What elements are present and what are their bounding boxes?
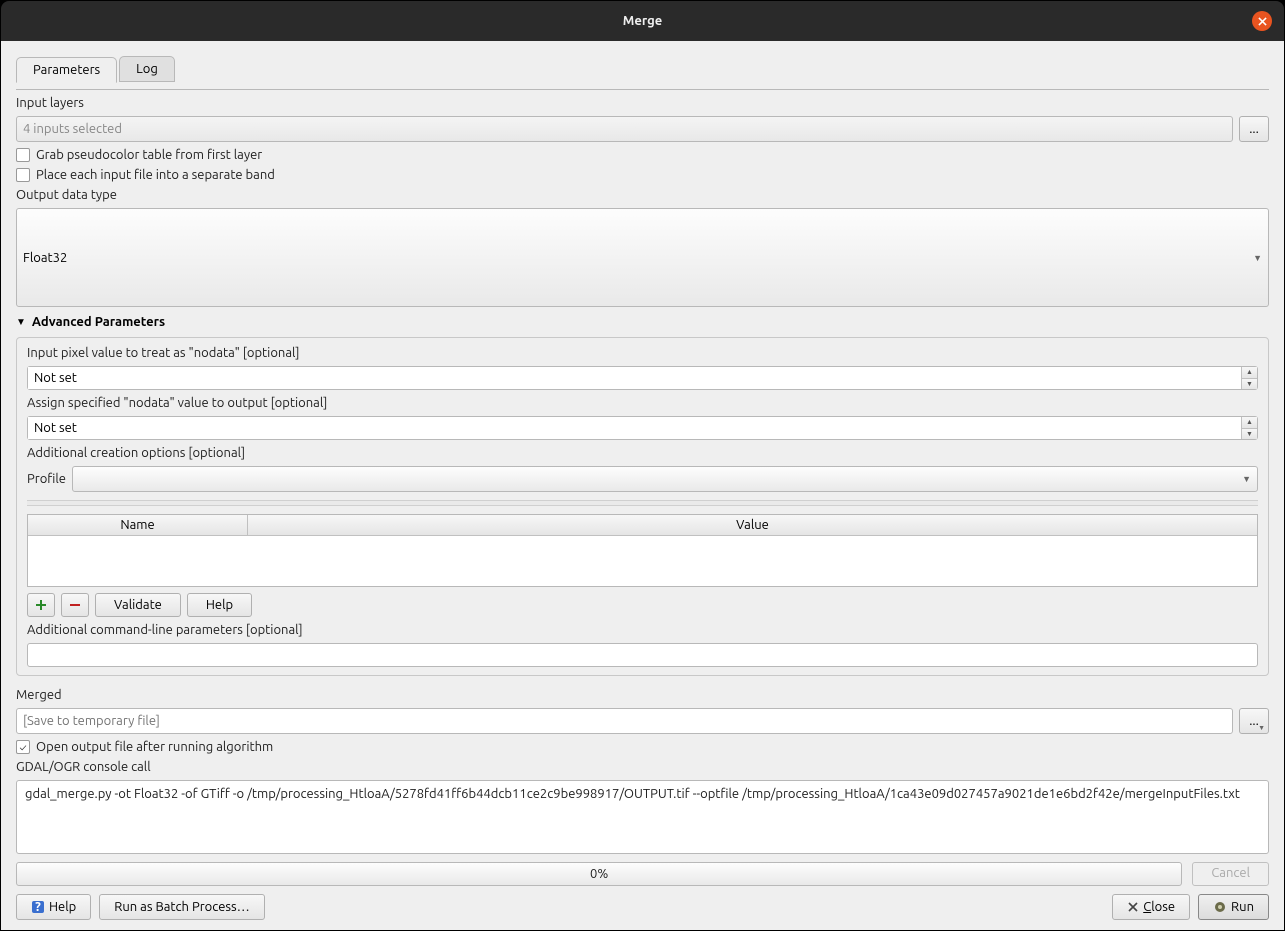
titlebar: Merge xyxy=(1,1,1284,41)
nodata-input-spinbox[interactable]: Not set ▲▼ xyxy=(27,366,1258,390)
progress-text: 0% xyxy=(590,867,608,881)
output-data-type-select[interactable]: Float32 ▼ xyxy=(16,208,1269,307)
help-icon: ? xyxy=(31,900,45,914)
run-batch-button[interactable]: Run as Batch Process… xyxy=(99,894,264,920)
advanced-parameters-toggle[interactable]: ▼ Advanced Parameters xyxy=(16,313,1269,331)
progress-bar: 0% xyxy=(16,862,1182,886)
dialog-body: Parameters Log Input layers ... Grab pse… xyxy=(1,41,1284,930)
chevron-down-icon: ▼ xyxy=(1258,724,1265,732)
creation-options-label: Additional creation options [optional] xyxy=(27,446,1258,460)
grab-pseudocolor-checkbox[interactable] xyxy=(16,148,30,162)
window-title: Merge xyxy=(623,14,662,28)
open-output-label: Open output file after running algorithm xyxy=(36,740,273,754)
console-call-label: GDAL/OGR console call xyxy=(16,760,1269,774)
add-row-button[interactable] xyxy=(27,593,55,617)
validate-button[interactable]: Validate xyxy=(95,593,181,617)
close-x-icon xyxy=(1127,901,1139,913)
output-data-type-value: Float32 xyxy=(23,251,67,265)
svg-text:?: ? xyxy=(35,900,41,914)
extra-cli-input[interactable] xyxy=(27,643,1258,667)
nodata-output-value: Not set xyxy=(28,417,1241,439)
console-call-text[interactable]: gdal_merge.py -ot Float32 -of GTiff -o /… xyxy=(16,780,1269,854)
help-button[interactable]: Help xyxy=(187,593,252,617)
remove-row-button[interactable] xyxy=(61,593,89,617)
advanced-parameters-title: Advanced Parameters xyxy=(32,315,165,329)
merge-dialog: Merge Parameters Log Input layers ... Gr… xyxy=(0,0,1285,931)
tab-bar: Parameters Log xyxy=(16,56,1269,82)
input-layers-browse-button[interactable]: ... xyxy=(1239,116,1269,142)
nodata-input-label: Input pixel value to treat as "nodata" [… xyxy=(27,346,1258,360)
merged-output-input[interactable] xyxy=(16,708,1233,734)
close-icon[interactable] xyxy=(1252,11,1272,31)
tab-log[interactable]: Log xyxy=(119,56,175,82)
run-button[interactable]: Run xyxy=(1198,894,1269,920)
creation-options-table: Name Value xyxy=(27,514,1258,587)
nodata-output-label: Assign specified "nodata" value to outpu… xyxy=(27,396,1258,410)
profile-select[interactable]: ▼ xyxy=(72,466,1258,492)
spin-up-icon[interactable]: ▲ xyxy=(1242,417,1257,429)
chevron-down-icon: ▼ xyxy=(1253,253,1262,263)
spin-down-icon[interactable]: ▼ xyxy=(1242,429,1257,440)
separator[interactable] xyxy=(27,500,1258,506)
help-button-footer[interactable]: ? Help xyxy=(16,894,91,920)
table-header-name: Name xyxy=(28,515,248,535)
cancel-button: Cancel xyxy=(1192,862,1269,886)
table-header-value: Value xyxy=(248,515,1257,535)
spin-down-icon[interactable]: ▼ xyxy=(1242,379,1257,390)
profile-label: Profile xyxy=(27,472,66,486)
table-body-empty[interactable] xyxy=(28,536,1257,586)
spin-up-icon[interactable]: ▲ xyxy=(1242,367,1257,379)
extra-cli-label: Additional command-line parameters [opti… xyxy=(27,623,1258,637)
input-layers-field[interactable] xyxy=(16,116,1233,142)
output-data-type-label: Output data type xyxy=(16,188,1269,202)
grab-pseudocolor-label: Grab pseudocolor table from first layer xyxy=(36,148,262,162)
nodata-output-spinbox[interactable]: Not set ▲▼ xyxy=(27,416,1258,440)
gear-icon xyxy=(1213,900,1227,914)
close-button[interactable]: Close xyxy=(1112,894,1190,920)
parameters-panel: Input layers ... Grab pseudocolor table … xyxy=(16,89,1269,854)
separate-band-label: Place each input file into a separate ba… xyxy=(36,168,275,182)
separate-band-checkbox[interactable] xyxy=(16,168,30,182)
triangle-down-icon: ▼ xyxy=(16,316,26,328)
input-layers-label: Input layers xyxy=(16,96,1269,110)
merged-output-browse-button[interactable]: ... ▼ xyxy=(1239,708,1269,734)
nodata-input-value: Not set xyxy=(28,367,1241,389)
chevron-down-icon: ▼ xyxy=(1242,474,1251,484)
merged-label: Merged xyxy=(16,688,1269,702)
tab-parameters[interactable]: Parameters xyxy=(16,57,117,83)
advanced-parameters-group: Input pixel value to treat as "nodata" [… xyxy=(16,337,1269,676)
open-output-checkbox[interactable]: ✓ xyxy=(16,740,30,754)
